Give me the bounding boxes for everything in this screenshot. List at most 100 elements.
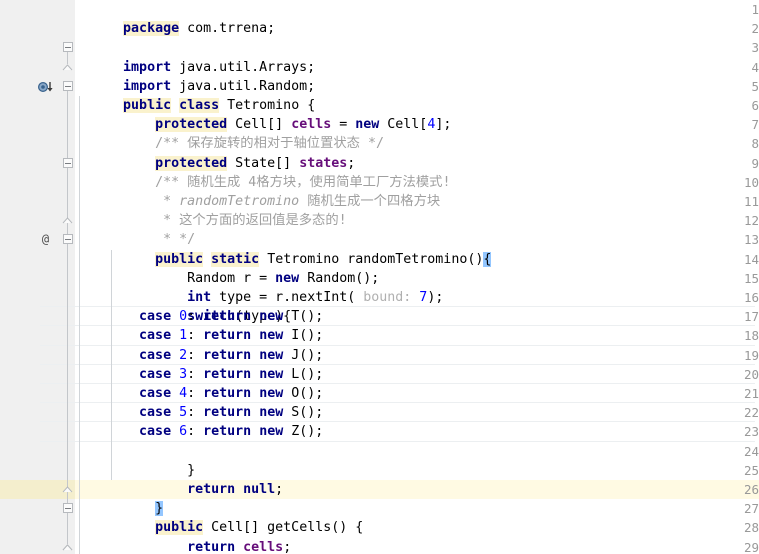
code-line-27[interactable]: public Cell[] getCells() { (75, 499, 759, 536)
code-line-11[interactable]: * 这个方面的返回值是多态的! (75, 192, 759, 228)
code-line-9[interactable]: /** 随机生成 4格方块，使用简单工厂方法模式! (75, 154, 759, 190)
fold-toggle-icon[interactable] (63, 80, 73, 91)
fold-region-end-icon[interactable] (62, 63, 73, 71)
token-keyword-return: return (203, 424, 252, 440)
fold-toggle-icon[interactable] (63, 157, 73, 168)
token-keyword-new: new (259, 309, 284, 325)
code-line-12[interactable]: * */ (75, 211, 759, 247)
token-colon: : (187, 328, 204, 344)
code-content[interactable]: package com.trrena; import java.util.Arr… (40, 0, 759, 554)
code-line-29[interactable]: } (75, 538, 759, 554)
token-keyword-new: new (259, 347, 284, 363)
code-line-5[interactable]: public class Tetromino { (75, 77, 759, 113)
fold-toggle-icon[interactable] (63, 42, 73, 53)
code-line-18[interactable]: case 1: return new I(); (75, 326, 759, 345)
fold-connector-line (67, 244, 68, 486)
code-line-25[interactable]: return null; (75, 461, 759, 497)
token-keyword-case: case (139, 328, 172, 344)
fold-connector-line (67, 513, 68, 544)
token-keyword-case: case (139, 386, 172, 401)
fold-region-end-icon[interactable] (62, 217, 73, 224)
token-keyword-case: case (139, 347, 172, 363)
token-colon: : (187, 366, 204, 382)
fold-toggle-icon[interactable] (63, 234, 73, 245)
token-ctor-T: T(); (283, 309, 324, 325)
code-line-3[interactable]: import java.util.Arrays; (75, 38, 759, 75)
token-ctor-O: O(); (283, 386, 324, 401)
fold-toggle-icon[interactable] (63, 503, 73, 514)
token-colon: : (187, 347, 204, 363)
token-keyword-return: return (203, 366, 252, 382)
token-case-label-3: 3 (179, 366, 188, 382)
code-line-19[interactable]: case 2: return new J(); (75, 346, 759, 365)
token-colon: : (187, 309, 204, 325)
token-keyword-new: new (259, 405, 284, 421)
token-keyword-return: return (203, 309, 252, 325)
token-keyword-return: return (203, 347, 252, 363)
token-ctor-I: I(); (283, 328, 324, 344)
token-keyword-return: return (203, 405, 252, 421)
code-line-4[interactable]: import java.util.Random; (75, 58, 759, 94)
token-keyword-return: return (203, 328, 252, 344)
fold-connector-line (67, 52, 68, 64)
code-line-22[interactable]: case 5: return new S(); (75, 403, 759, 422)
token-colon: : (187, 386, 204, 401)
token-case-label-0: 0 (179, 309, 188, 325)
token-case-label-5: 5 (179, 405, 188, 421)
fold-region-end-icon[interactable] (62, 543, 73, 551)
token-case-label-1: 1 (179, 328, 188, 344)
token-keyword-new: new (259, 328, 284, 344)
code-line-1[interactable]: package com.trrena; (75, 0, 759, 37)
code-line-20[interactable]: case 3: return new L(); (75, 365, 759, 384)
token-keyword-case: case (139, 405, 172, 421)
token-keyword-case: case (139, 366, 172, 382)
code-line-26[interactable]: } (75, 480, 759, 517)
code-line-28[interactable]: return cells; (75, 518, 759, 554)
code-line-16[interactable]: switch(type){ (75, 288, 759, 324)
code-line-8[interactable]: protected State[] states; (75, 134, 759, 171)
code-line-13[interactable]: public static Tetromino randomTetromino(… (75, 230, 759, 267)
at-annotation-marker[interactable]: @ (38, 230, 53, 249)
code-line-15[interactable]: int type = r.nextInt( bound: 7); (75, 269, 759, 305)
code-editor[interactable]: 1 2 3 4 5 6 7 8 9 10 11 12 13 14 15 16 17 18 19 20 21 22 23 24 2… (0, 0, 759, 554)
fold-markers[interactable] (60, 0, 75, 554)
token-keyword-new: new (259, 424, 284, 440)
token-keyword-new: new (259, 366, 284, 382)
token-ctor-Z: Z(); (283, 424, 324, 440)
token-case-label-6: 6 (179, 424, 188, 440)
implemented-by-icon[interactable] (37, 80, 55, 95)
token-keyword-case: case (139, 424, 172, 440)
code-line-24[interactable]: } (75, 442, 759, 478)
token-ctor-J: J(); (283, 347, 324, 363)
code-line-6[interactable]: protected Cell[] cells = new Cell[4]; (75, 96, 759, 133)
code-line-2[interactable] (75, 19, 759, 38)
code-line-23[interactable]: case 6: return new Z(); (75, 422, 759, 441)
token-colon: : (187, 405, 204, 421)
code-line-14[interactable]: Random r = new Random(); (75, 250, 759, 286)
code-line-7[interactable]: /** 保存旋转的相对于轴位置状态 */ (75, 115, 759, 151)
token-keyword-case: case (139, 309, 172, 325)
code-line-10[interactable]: * randomTetromino 随机生成一个四格方块 (75, 173, 759, 209)
fold-region-end-icon[interactable] (62, 486, 73, 493)
code-line-21[interactable]: case 4: return new O(); (75, 384, 759, 403)
token-case-label-2: 2 (179, 347, 188, 363)
code-line-17[interactable]: case 0: return new T(); (75, 307, 759, 326)
token-keyword-new: new (259, 386, 284, 401)
token-ctor-S: S(); (283, 405, 324, 421)
token-ctor-L: L(); (283, 366, 324, 382)
token-colon: : (187, 424, 204, 440)
